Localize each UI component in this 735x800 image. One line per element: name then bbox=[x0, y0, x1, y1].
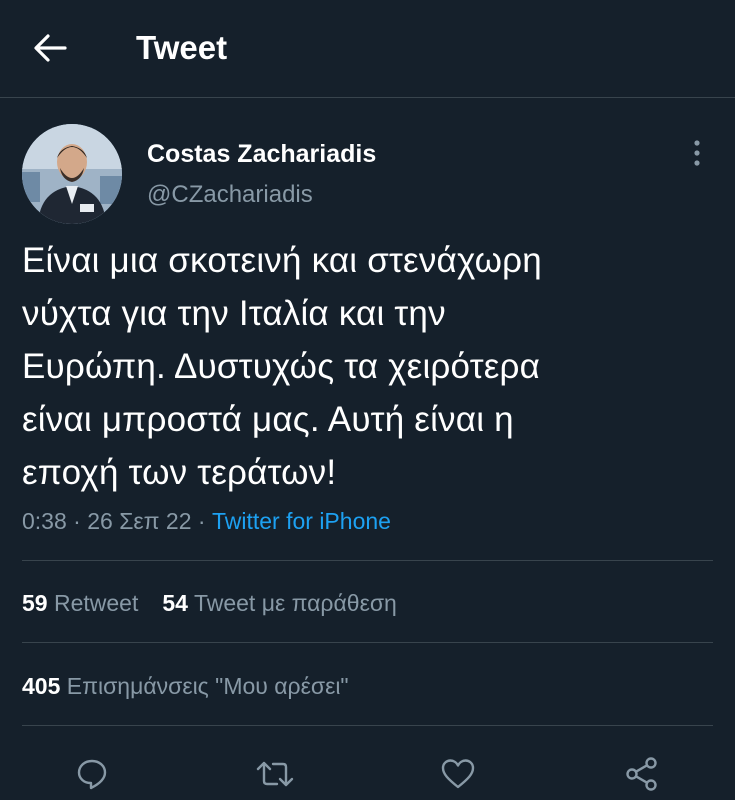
engagement-stats: 59 Retweet 54 Tweet με παράθεση bbox=[22, 588, 421, 618]
likes-label: Επισημάνσεις "Μου αρέσει" bbox=[66, 673, 349, 699]
author-name[interactable]: Costas Zachariadis bbox=[147, 139, 376, 169]
tweet-actions-bar bbox=[0, 750, 735, 796]
top-bar: Tweet bbox=[0, 0, 735, 98]
tweet-date[interactable]: 26 Σεπ 22 bbox=[87, 508, 191, 534]
tweet-meta: 0:38 · 26 Σεπ 22 · Twitter for iPhone bbox=[22, 506, 391, 536]
page-title: Tweet bbox=[136, 29, 228, 66]
meta-separator: · bbox=[197, 508, 206, 534]
share-button[interactable] bbox=[622, 754, 662, 794]
quote-tweets-label: Tweet με παράθεση bbox=[193, 590, 397, 616]
likes-stat[interactable]: 405 Επισημάνσεις "Μου αρέσει" bbox=[22, 673, 349, 699]
meta-separator: · bbox=[73, 508, 81, 534]
divider bbox=[22, 642, 713, 643]
retweets-stat[interactable]: 59 Retweet bbox=[22, 590, 138, 616]
quote-tweets-stat[interactable]: 54 Tweet με παράθεση bbox=[162, 590, 396, 616]
retweets-count: 59 bbox=[22, 590, 48, 616]
avatar[interactable] bbox=[22, 124, 122, 224]
tweet-detail-page: Tweet Costas Zachariadis @CZachariadis Ε… bbox=[0, 0, 735, 800]
tweet-source-link[interactable]: Twitter for iPhone bbox=[212, 508, 391, 534]
author-handle[interactable]: @CZachariadis bbox=[147, 180, 313, 210]
arrow-left-icon bbox=[33, 33, 67, 63]
retweet-icon bbox=[255, 757, 295, 791]
reply-icon bbox=[75, 757, 109, 791]
likes-stats: 405 Επισημάνσεις "Μου αρέσει" bbox=[22, 671, 373, 701]
retweet-button[interactable] bbox=[255, 754, 295, 794]
divider bbox=[22, 560, 713, 561]
like-button[interactable] bbox=[438, 754, 478, 794]
tweet-text: Είναι μια σκοτεινή και στενάχωρη νύχτα γ… bbox=[22, 241, 542, 492]
quote-tweets-count: 54 bbox=[162, 590, 188, 616]
vertical-ellipsis-icon bbox=[692, 139, 702, 167]
likes-count: 405 bbox=[22, 673, 61, 699]
more-options-button[interactable] bbox=[680, 136, 714, 170]
share-icon bbox=[624, 756, 660, 792]
retweets-label: Retweet bbox=[53, 590, 139, 616]
tweet-time[interactable]: 0:38 bbox=[22, 508, 67, 534]
divider bbox=[22, 725, 713, 726]
back-button[interactable] bbox=[22, 22, 78, 74]
reply-button[interactable] bbox=[72, 754, 112, 794]
heart-icon bbox=[440, 757, 476, 791]
